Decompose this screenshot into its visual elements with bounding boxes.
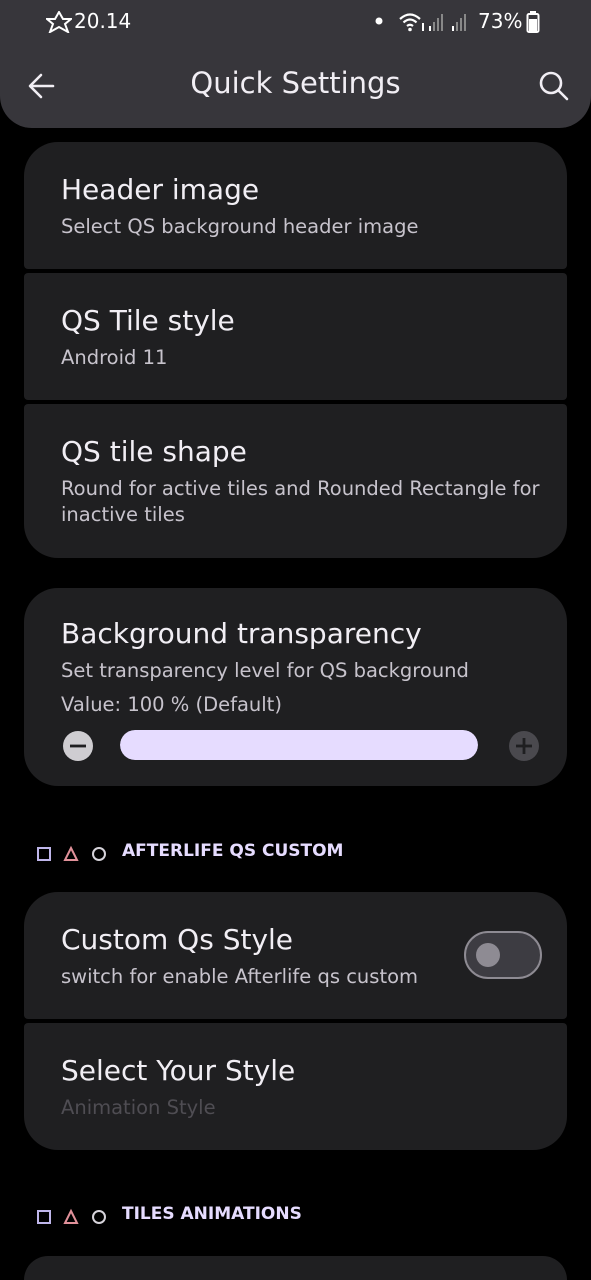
qs-tile-style-item[interactable]: QS Tile style Android 11	[24, 273, 567, 400]
status-time: 20.14	[74, 9, 132, 33]
select-your-style-item[interactable]: Select Your Style Animation Style	[24, 1023, 567, 1150]
top-app-bar: 20.14 73% Quick Settings	[0, 0, 591, 128]
background-transparency-item: Background transparency Set transparency…	[24, 588, 567, 786]
battery-icon	[526, 11, 540, 33]
signal-icon	[429, 14, 443, 31]
item-summary: switch for enable Afterlife qs custom	[61, 965, 419, 988]
toggle-knob	[476, 943, 500, 967]
signal-icon-2	[452, 14, 466, 31]
custom-qs-style-item[interactable]: Custom Qs Style switch for enable Afterl…	[24, 892, 567, 1019]
slider-value-text: Value: 100 % (Default)	[61, 693, 282, 716]
page-title: Quick Settings	[190, 66, 401, 100]
app-notification-icon	[46, 11, 72, 33]
item-summary: Select QS background header image	[61, 215, 419, 238]
wifi-icon	[399, 13, 424, 32]
section-title: TILES ANIMATIONS	[122, 1204, 302, 1224]
item-title: QS tile shape	[61, 435, 247, 468]
search-icon[interactable]	[530, 62, 578, 110]
item-summary: Round for active tiles and Rounded Recta…	[61, 477, 540, 526]
section-title: AFTERLIFE QS CUSTOM	[122, 841, 344, 861]
notification-dot-icon	[375, 17, 383, 25]
custom-qs-toggle[interactable]	[464, 931, 542, 979]
decrease-button[interactable]	[62, 730, 94, 762]
item-title: Custom Qs Style	[61, 923, 294, 956]
item-title: QS Tile style	[61, 304, 235, 337]
header-image-item[interactable]: Header image Select QS background header…	[24, 142, 567, 269]
increase-button[interactable]	[508, 730, 540, 762]
next-item-partial[interactable]	[24, 1256, 567, 1280]
transparency-slider[interactable]	[120, 730, 478, 760]
item-title: Background transparency	[61, 617, 422, 650]
qs-tile-shape-item[interactable]: QS tile shape Round for active tiles and…	[24, 404, 567, 558]
shapes-icon	[37, 845, 106, 861]
item-summary: Android 11	[61, 346, 168, 369]
slider-fill	[120, 730, 478, 760]
item-title: Header image	[61, 173, 260, 206]
item-summary: Animation Style	[61, 1096, 216, 1119]
item-summary: Set transparency level for QS background	[61, 659, 469, 682]
item-title: Select Your Style	[61, 1054, 296, 1087]
battery-percent: 73%	[478, 9, 523, 33]
shapes-icon	[37, 1208, 106, 1224]
